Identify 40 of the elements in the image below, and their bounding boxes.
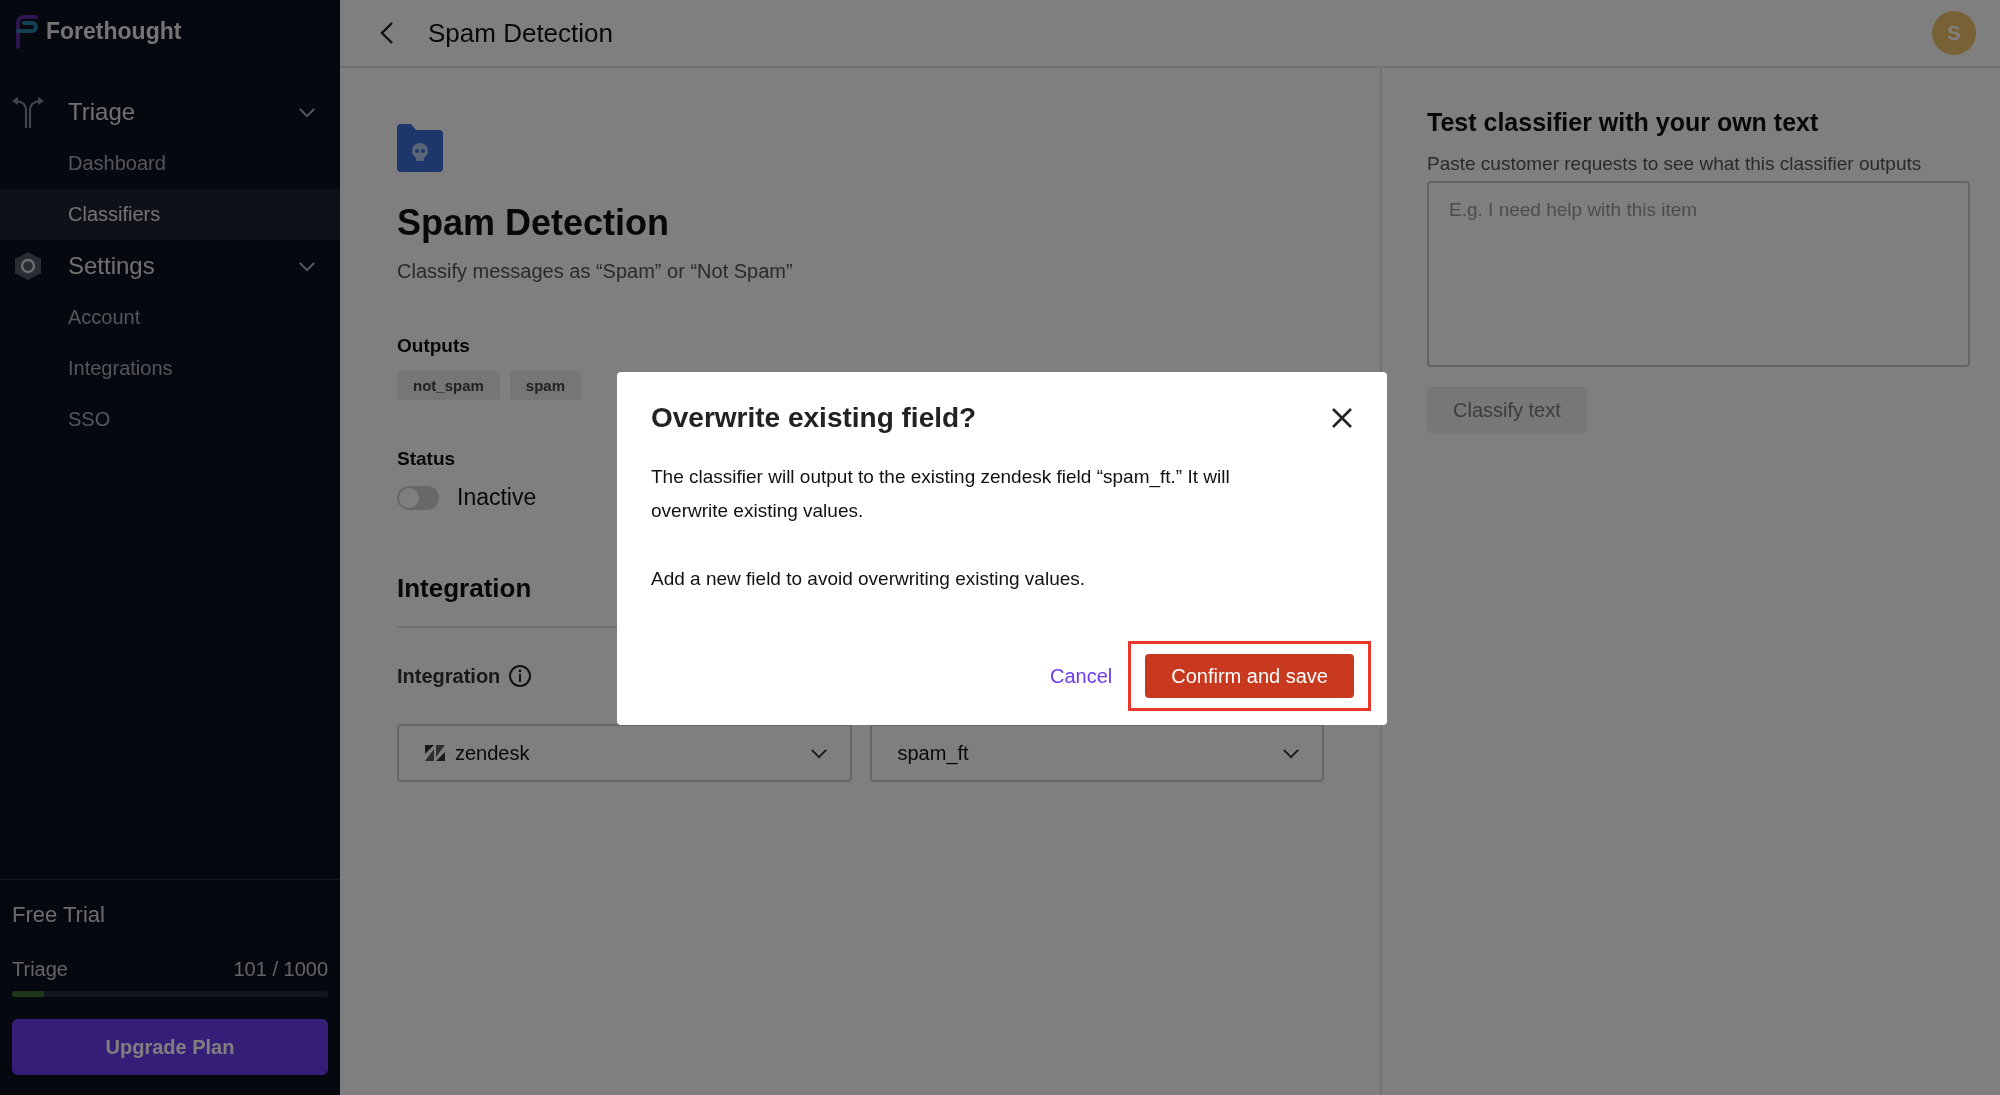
- split-arrows-icon: [10, 94, 46, 130]
- integration-dropdown[interactable]: zendesk: [397, 724, 852, 782]
- nav-item[interactable]: Account: [0, 292, 340, 343]
- integration-label: Integration: [397, 664, 501, 688]
- info-icon[interactable]: [508, 664, 533, 688]
- nav-item[interactable]: Dashboard: [0, 138, 340, 189]
- cancel-button[interactable]: Cancel: [1046, 656, 1117, 696]
- usage-count: 101 / 1000: [233, 958, 328, 981]
- chevron-icon[interactable]: [298, 260, 316, 272]
- folder-skull-icon: [397, 124, 443, 172]
- chevron-icon: [1282, 747, 1300, 759]
- dialog-message: The classifier will output to the existing zendesk field “spam_ft.” It will overwrite existing values.: [651, 465, 1231, 523]
- nav-section-label[interactable]: Settings: [68, 252, 298, 280]
- plan-title: Free Trial: [12, 902, 106, 928]
- nav-item[interactable]: Integrations: [0, 343, 340, 394]
- chevron-icon: [809, 747, 828, 759]
- output-tag: not_spam: [397, 371, 500, 400]
- status-text: Inactive: [457, 484, 537, 511]
- integration-heading: Integration: [397, 573, 532, 604]
- nav-item[interactable]: SSO: [0, 394, 340, 445]
- outputs-label: Outputs: [397, 335, 470, 357]
- classifier-description: Classify messages as “Spam” or “Not Spam”: [397, 260, 793, 283]
- nav-section-label[interactable]: Triage: [68, 98, 298, 126]
- z-logo-icon: [425, 745, 445, 761]
- test-panel-title: Test classifier with your own text: [1427, 108, 1819, 137]
- upgrade-button[interactable]: Upgrade Plan: [12, 1019, 328, 1075]
- output-tag: spam: [509, 371, 582, 400]
- confirm-button[interactable]: Confirm and save: [1145, 654, 1354, 698]
- dialog-message: Add a new field to avoid overwriting existing values.: [651, 567, 1087, 591]
- brand-name: Forethought: [46, 17, 182, 45]
- chevron-icon[interactable]: [298, 106, 316, 118]
- close-icon[interactable]: [1331, 407, 1353, 429]
- usage-label: Triage: [12, 958, 68, 981]
- page-title: Spam Detection: [428, 17, 613, 49]
- status-label: Status: [397, 448, 456, 470]
- classifier-title: Spam Detection: [397, 202, 670, 244]
- dialog-title: Overwrite existing field?: [651, 402, 977, 434]
- test-panel-hint: Paste customer requests to see what this classifier outputs: [1427, 153, 1922, 175]
- nav-item[interactable]: Classifiers: [0, 189, 340, 240]
- back-icon[interactable]: [380, 21, 394, 45]
